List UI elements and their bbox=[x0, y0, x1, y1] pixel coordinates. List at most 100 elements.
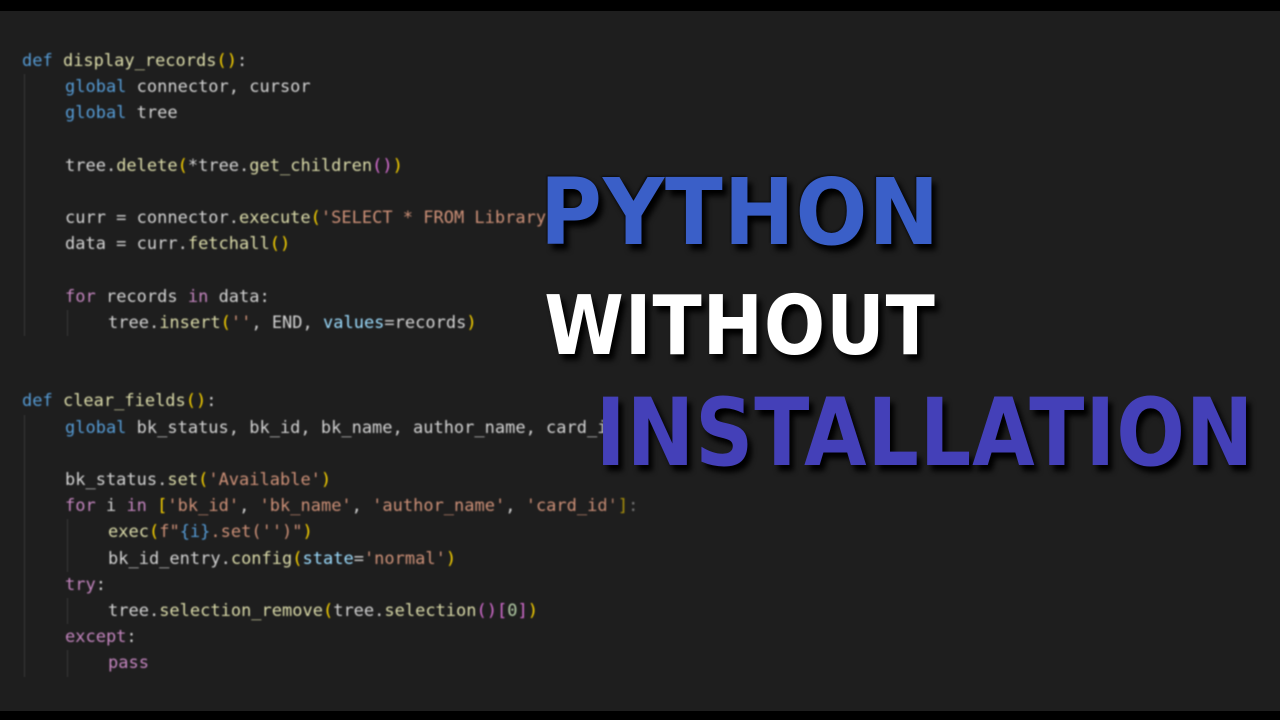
overlay-title-without: WITHOUT bbox=[544, 279, 936, 374]
code-token: : bbox=[206, 391, 217, 412]
code-token: global bbox=[65, 103, 137, 124]
code-line-content: def clear_fields(): bbox=[22, 388, 217, 414]
indent-guide bbox=[24, 650, 25, 677]
code-token: pass bbox=[108, 653, 149, 674]
indent-guide bbox=[24, 152, 25, 179]
code-token: data: bbox=[218, 286, 270, 307]
code-token: [ bbox=[157, 496, 168, 517]
code-token: global bbox=[65, 77, 137, 98]
indent-guide bbox=[24, 624, 25, 651]
code-token: : bbox=[95, 574, 106, 595]
code-line-content: try: bbox=[65, 572, 106, 598]
code-token: connector, cursor bbox=[136, 77, 311, 98]
code-editor: def display_records(): global connector, … bbox=[0, 11, 1280, 711]
code-token: def bbox=[22, 391, 63, 412]
code-token: ( bbox=[292, 548, 303, 569]
code-line-content: pass bbox=[108, 650, 149, 676]
code-line-content: tree.selection_remove(tree.selection()[0… bbox=[108, 598, 538, 624]
code-token: clear_fields bbox=[62, 391, 186, 412]
indent-guide bbox=[24, 126, 25, 153]
code-token: in bbox=[187, 286, 219, 307]
overlay-title-python: PYTHON bbox=[539, 159, 941, 266]
code-token: () bbox=[476, 600, 497, 621]
code-token: .set('')" bbox=[210, 522, 303, 543]
indent-guide bbox=[24, 545, 25, 572]
indent-guide bbox=[24, 467, 25, 494]
indent-guide bbox=[24, 309, 25, 337]
indent-guide bbox=[67, 597, 68, 625]
code-line-content: bk_status.set('Available') bbox=[65, 467, 331, 493]
indent-guide bbox=[24, 257, 25, 284]
code-token: config bbox=[230, 548, 293, 569]
code-token: selection bbox=[384, 600, 477, 621]
code-token: , bbox=[505, 496, 526, 517]
code-token: , bbox=[351, 496, 373, 517]
code-token: ( bbox=[148, 522, 160, 543]
code-token: , bbox=[239, 496, 260, 517]
indent-guide bbox=[24, 178, 25, 206]
code-token: {i} bbox=[179, 522, 211, 543]
code-token: try bbox=[65, 574, 96, 595]
code-token: 'bk_name' bbox=[259, 496, 352, 517]
code-token: insert bbox=[159, 312, 221, 333]
code-token: in bbox=[126, 496, 158, 517]
indent-guide bbox=[24, 283, 25, 310]
code-token: curr = connector. bbox=[65, 208, 239, 229]
indent-guide bbox=[24, 414, 25, 441]
code-token: for bbox=[65, 496, 106, 517]
code-token: ] bbox=[517, 600, 528, 621]
code-token: global bbox=[65, 417, 137, 438]
code-token: for bbox=[65, 286, 106, 307]
indent-guide bbox=[67, 519, 68, 546]
code-token: ( bbox=[220, 312, 231, 333]
code-token: ( bbox=[322, 600, 334, 621]
code-line-content: global connector, cursor bbox=[65, 74, 311, 100]
code-line-content: global tree bbox=[65, 100, 178, 126]
code-token: display_records bbox=[62, 51, 217, 71]
code-line-content: data = curr.fetchall() bbox=[65, 231, 290, 257]
code-token: 0 bbox=[507, 600, 518, 621]
code-token: bk_status. bbox=[65, 470, 168, 490]
indent-guide bbox=[67, 650, 68, 677]
code-token: f" bbox=[159, 522, 180, 543]
indent-guide bbox=[24, 519, 25, 546]
indent-guide bbox=[24, 597, 25, 625]
code-token: () bbox=[216, 51, 237, 71]
code-token: except bbox=[65, 627, 127, 648]
letterbox-top bbox=[0, 0, 1280, 11]
code-token: data = curr. bbox=[65, 234, 188, 255]
code-line-content: for records in data: bbox=[65, 284, 270, 310]
code-token: [ bbox=[497, 600, 508, 621]
code-token: : bbox=[126, 627, 137, 648]
code-token: ) bbox=[302, 522, 313, 543]
code-token: ) bbox=[445, 548, 457, 569]
code-token: ) bbox=[527, 600, 538, 621]
code-token: def bbox=[22, 51, 63, 71]
code-token: 'normal' bbox=[363, 548, 446, 569]
code-token: tree. bbox=[65, 155, 117, 176]
code-token: = bbox=[353, 548, 364, 569]
code-line-content: bk_id_entry.config(state='normal') bbox=[108, 546, 456, 572]
indent-guide bbox=[24, 440, 25, 467]
indent-guide bbox=[24, 100, 25, 127]
letterbox-bottom bbox=[0, 711, 1280, 720]
indent-guide bbox=[24, 493, 25, 520]
code-token: *tree. bbox=[187, 155, 250, 176]
code-token: ) bbox=[320, 470, 332, 490]
code-token: tree. bbox=[108, 312, 160, 333]
indent-guide bbox=[24, 205, 25, 232]
code-token: ( bbox=[198, 470, 209, 490]
indent-guide bbox=[24, 571, 25, 598]
code-token: ( bbox=[177, 155, 188, 176]
code-token: () bbox=[185, 391, 207, 412]
code-token: set bbox=[167, 470, 199, 490]
code-token: 'Available' bbox=[208, 470, 321, 490]
code-token: '' bbox=[230, 312, 252, 333]
indent-guide bbox=[24, 231, 25, 258]
code-token: tree. bbox=[108, 600, 160, 621]
code-token: fetchall bbox=[187, 234, 270, 255]
code-line-content: exec(f"{i}.set('')") bbox=[108, 519, 313, 545]
indent-guide bbox=[67, 545, 68, 572]
code-token: tree. bbox=[333, 600, 385, 621]
code-token: bk_id_entry. bbox=[108, 548, 231, 569]
